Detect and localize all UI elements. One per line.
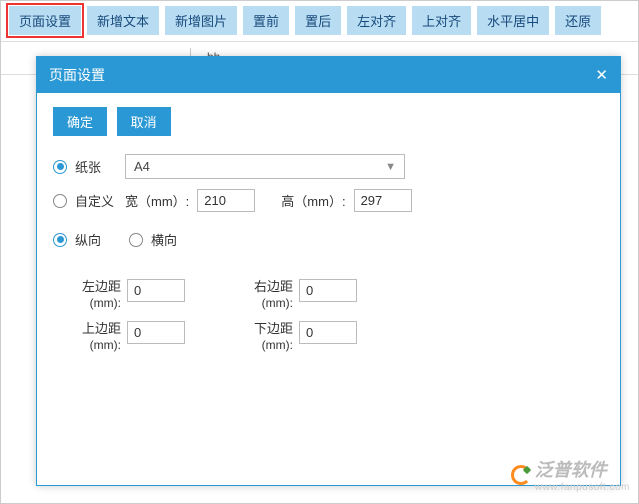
paper-radio[interactable] <box>53 160 67 174</box>
chevron-down-icon: ▼ <box>385 161 396 173</box>
page-setup-dialog: 页面设置 ✕ 确定 取消 纸张 A4 ▼ 自定义 宽（mm）: 高（m <box>36 56 621 486</box>
width-input[interactable] <box>197 189 255 212</box>
cancel-button[interactable]: 取消 <box>117 107 171 136</box>
page-setup-button[interactable]: 页面设置 <box>9 6 81 35</box>
margin-right-label: 右边距(mm): <box>245 279 293 311</box>
portrait-label: 纵向 <box>75 230 101 249</box>
ok-button[interactable]: 确定 <box>53 107 107 136</box>
bring-front-button[interactable]: 置前 <box>243 6 289 35</box>
margins-section: 左边距(mm): 上边距(mm): 右边距(mm): <box>73 279 604 354</box>
dialog-action-row: 确定 取消 <box>53 107 604 136</box>
align-top-button[interactable]: 上对齐 <box>412 6 471 35</box>
custom-label: 自定义 <box>75 191 117 210</box>
restore-button[interactable]: 还原 <box>555 6 601 35</box>
margin-top-input[interactable] <box>127 321 185 344</box>
orientation-section: 纵向 横向 <box>53 230 604 249</box>
landscape-radio[interactable] <box>129 233 143 247</box>
toolbar: 页面设置 新增文本 新增图片 置前 置后 左对齐 上对齐 水平居中 还原 <box>1 1 638 40</box>
landscape-label: 横向 <box>151 230 177 249</box>
paper-select[interactable]: A4 ▼ <box>125 154 405 179</box>
paper-section: 纸张 A4 ▼ 自定义 宽（mm）: 高（mm）: <box>53 154 604 212</box>
dialog-header: 页面设置 ✕ <box>37 57 620 93</box>
margin-left-input[interactable] <box>127 279 185 302</box>
margin-right-input[interactable] <box>299 279 357 302</box>
add-text-button[interactable]: 新增文本 <box>87 6 159 35</box>
paper-select-value: A4 <box>134 159 150 174</box>
dialog-body: 确定 取消 纸张 A4 ▼ 自定义 宽（mm）: 高（mm）: <box>37 93 620 485</box>
custom-radio[interactable] <box>53 194 67 208</box>
align-left-button[interactable]: 左对齐 <box>347 6 406 35</box>
send-back-button[interactable]: 置后 <box>295 6 341 35</box>
close-icon[interactable]: ✕ <box>595 68 608 83</box>
height-label: 高（mm）: <box>281 191 345 210</box>
margin-top-label: 上边距(mm): <box>73 321 121 353</box>
height-input[interactable] <box>354 189 412 212</box>
add-image-button[interactable]: 新增图片 <box>165 6 237 35</box>
dialog-title: 页面设置 <box>49 65 105 85</box>
margin-left-label: 左边距(mm): <box>73 279 121 311</box>
center-horizontal-button[interactable]: 水平居中 <box>477 6 549 35</box>
margin-bottom-input[interactable] <box>299 321 357 344</box>
margin-bottom-label: 下边距(mm): <box>245 321 293 353</box>
paper-label: 纸张 <box>75 157 117 176</box>
portrait-radio[interactable] <box>53 233 67 247</box>
width-label: 宽（mm）: <box>125 191 189 210</box>
